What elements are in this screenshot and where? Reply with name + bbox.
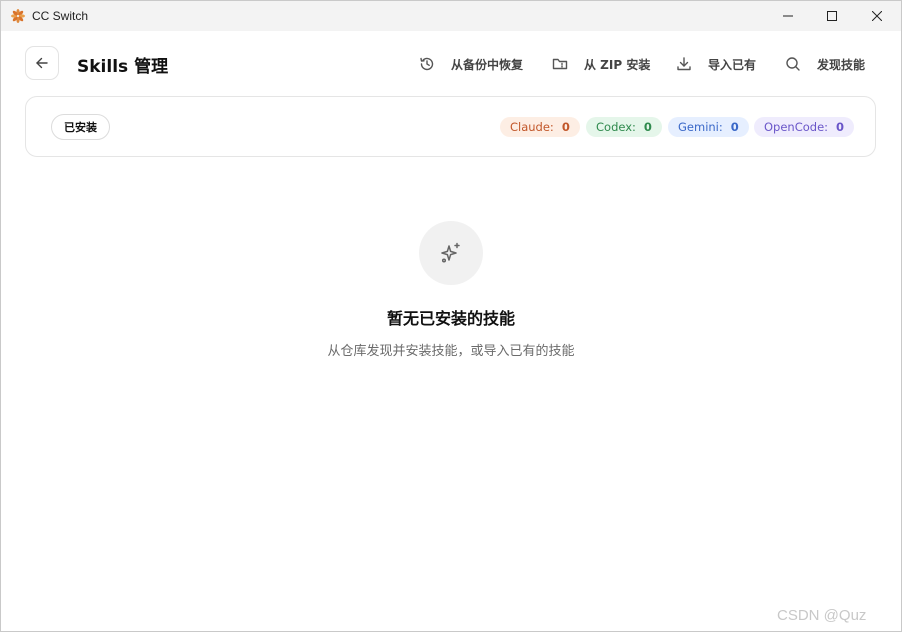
- history-icon: [420, 57, 434, 71]
- empty-state-icon-circle: [419, 221, 483, 285]
- opencode-badge-count: 0: [836, 120, 845, 134]
- search-icon: [786, 57, 800, 71]
- maximize-button[interactable]: [809, 1, 855, 31]
- codex-badge-label: Codex:: [596, 120, 636, 134]
- filter-card: 已安装 Claude: 0 Codex: 0 Gemini: 0 OpenCod…: [25, 96, 876, 157]
- opencode-badge-label: OpenCode:: [764, 120, 829, 134]
- codex-count-badge[interactable]: Codex: 0: [586, 117, 662, 137]
- minimize-button[interactable]: [765, 1, 811, 31]
- installed-tab[interactable]: 已安装: [51, 114, 110, 140]
- install-from-zip-button[interactable]: 从 ZIP 安装: [552, 51, 650, 77]
- minimize-icon: [783, 15, 793, 17]
- empty-state-subtitle: 从仓库发现并安装技能，或导入已有的技能: [327, 344, 575, 359]
- window-title: CC Switch: [32, 9, 89, 23]
- claude-badge-label: Claude:: [510, 120, 554, 134]
- empty-state-title: 暂无已安装的技能: [386, 309, 515, 328]
- back-button[interactable]: [25, 46, 59, 80]
- claude-count-badge[interactable]: Claude: 0: [500, 117, 580, 137]
- import-existing-label: 导入已有: [708, 57, 757, 72]
- discover-skills-label: 发现技能: [817, 57, 866, 72]
- gemini-badge-label: Gemini:: [678, 120, 723, 134]
- maximize-icon: [827, 11, 837, 21]
- watermark: CSDN @Quz: [777, 607, 867, 624]
- title-bar[interactable]: CC Switch: [1, 1, 901, 31]
- app-logo-icon: [11, 9, 25, 23]
- app-window: CC Switch Skills 管理 从备份中恢复 从 ZIP 安装 导入已有…: [0, 0, 902, 632]
- gemini-badge-count: 0: [730, 120, 739, 134]
- gemini-count-badge[interactable]: Gemini: 0: [668, 117, 749, 137]
- sparkles-icon: [441, 242, 460, 263]
- install-from-zip-label: 从 ZIP 安装: [584, 57, 651, 72]
- opencode-count-badge[interactable]: OpenCode: 0: [754, 117, 855, 137]
- codex-badge-count: 0: [643, 120, 652, 134]
- discover-skills-button[interactable]: 发现技能: [785, 51, 865, 77]
- claude-badge-count: 0: [561, 120, 570, 134]
- download-icon: [677, 57, 691, 71]
- folder-zip-icon: [552, 58, 568, 70]
- import-existing-button[interactable]: 导入已有: [676, 51, 756, 77]
- page-title: Skills 管理: [77, 57, 169, 77]
- close-button[interactable]: [854, 1, 900, 31]
- arrow-left-icon: [36, 57, 48, 69]
- close-icon: [872, 11, 882, 21]
- restore-from-backup-button[interactable]: 从备份中恢复: [419, 51, 523, 77]
- restore-from-backup-label: 从备份中恢复: [451, 57, 524, 72]
